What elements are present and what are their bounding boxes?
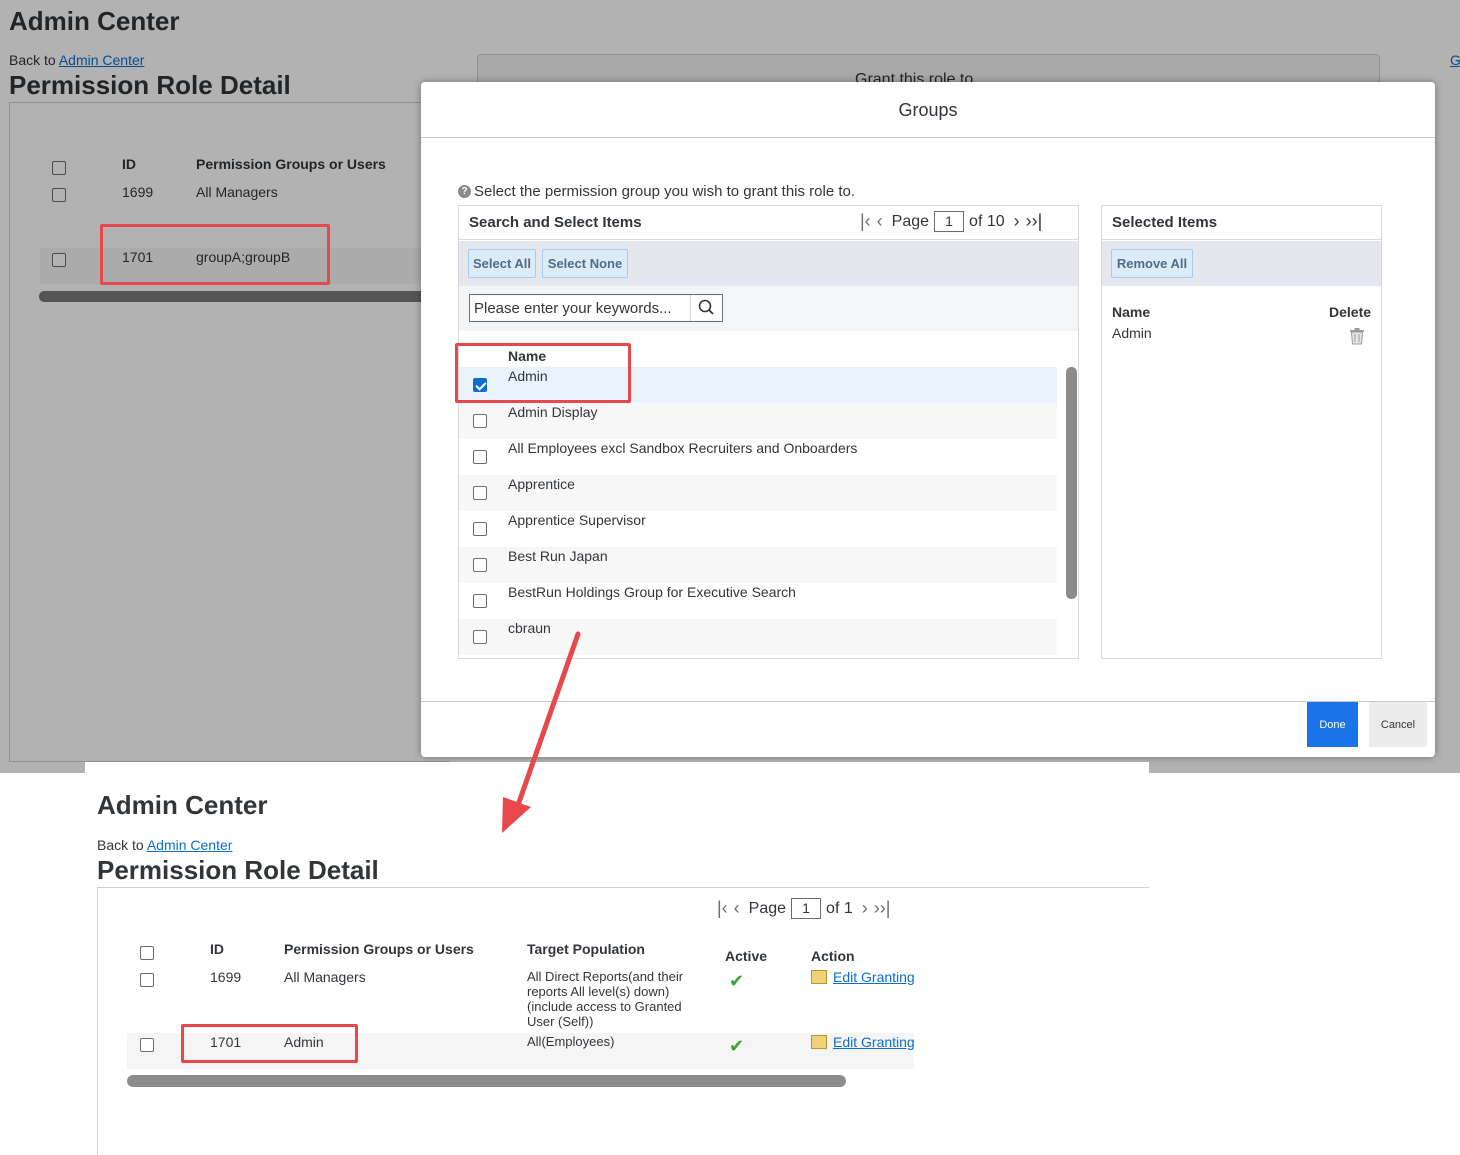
arrow-annotation: [502, 631, 581, 833]
